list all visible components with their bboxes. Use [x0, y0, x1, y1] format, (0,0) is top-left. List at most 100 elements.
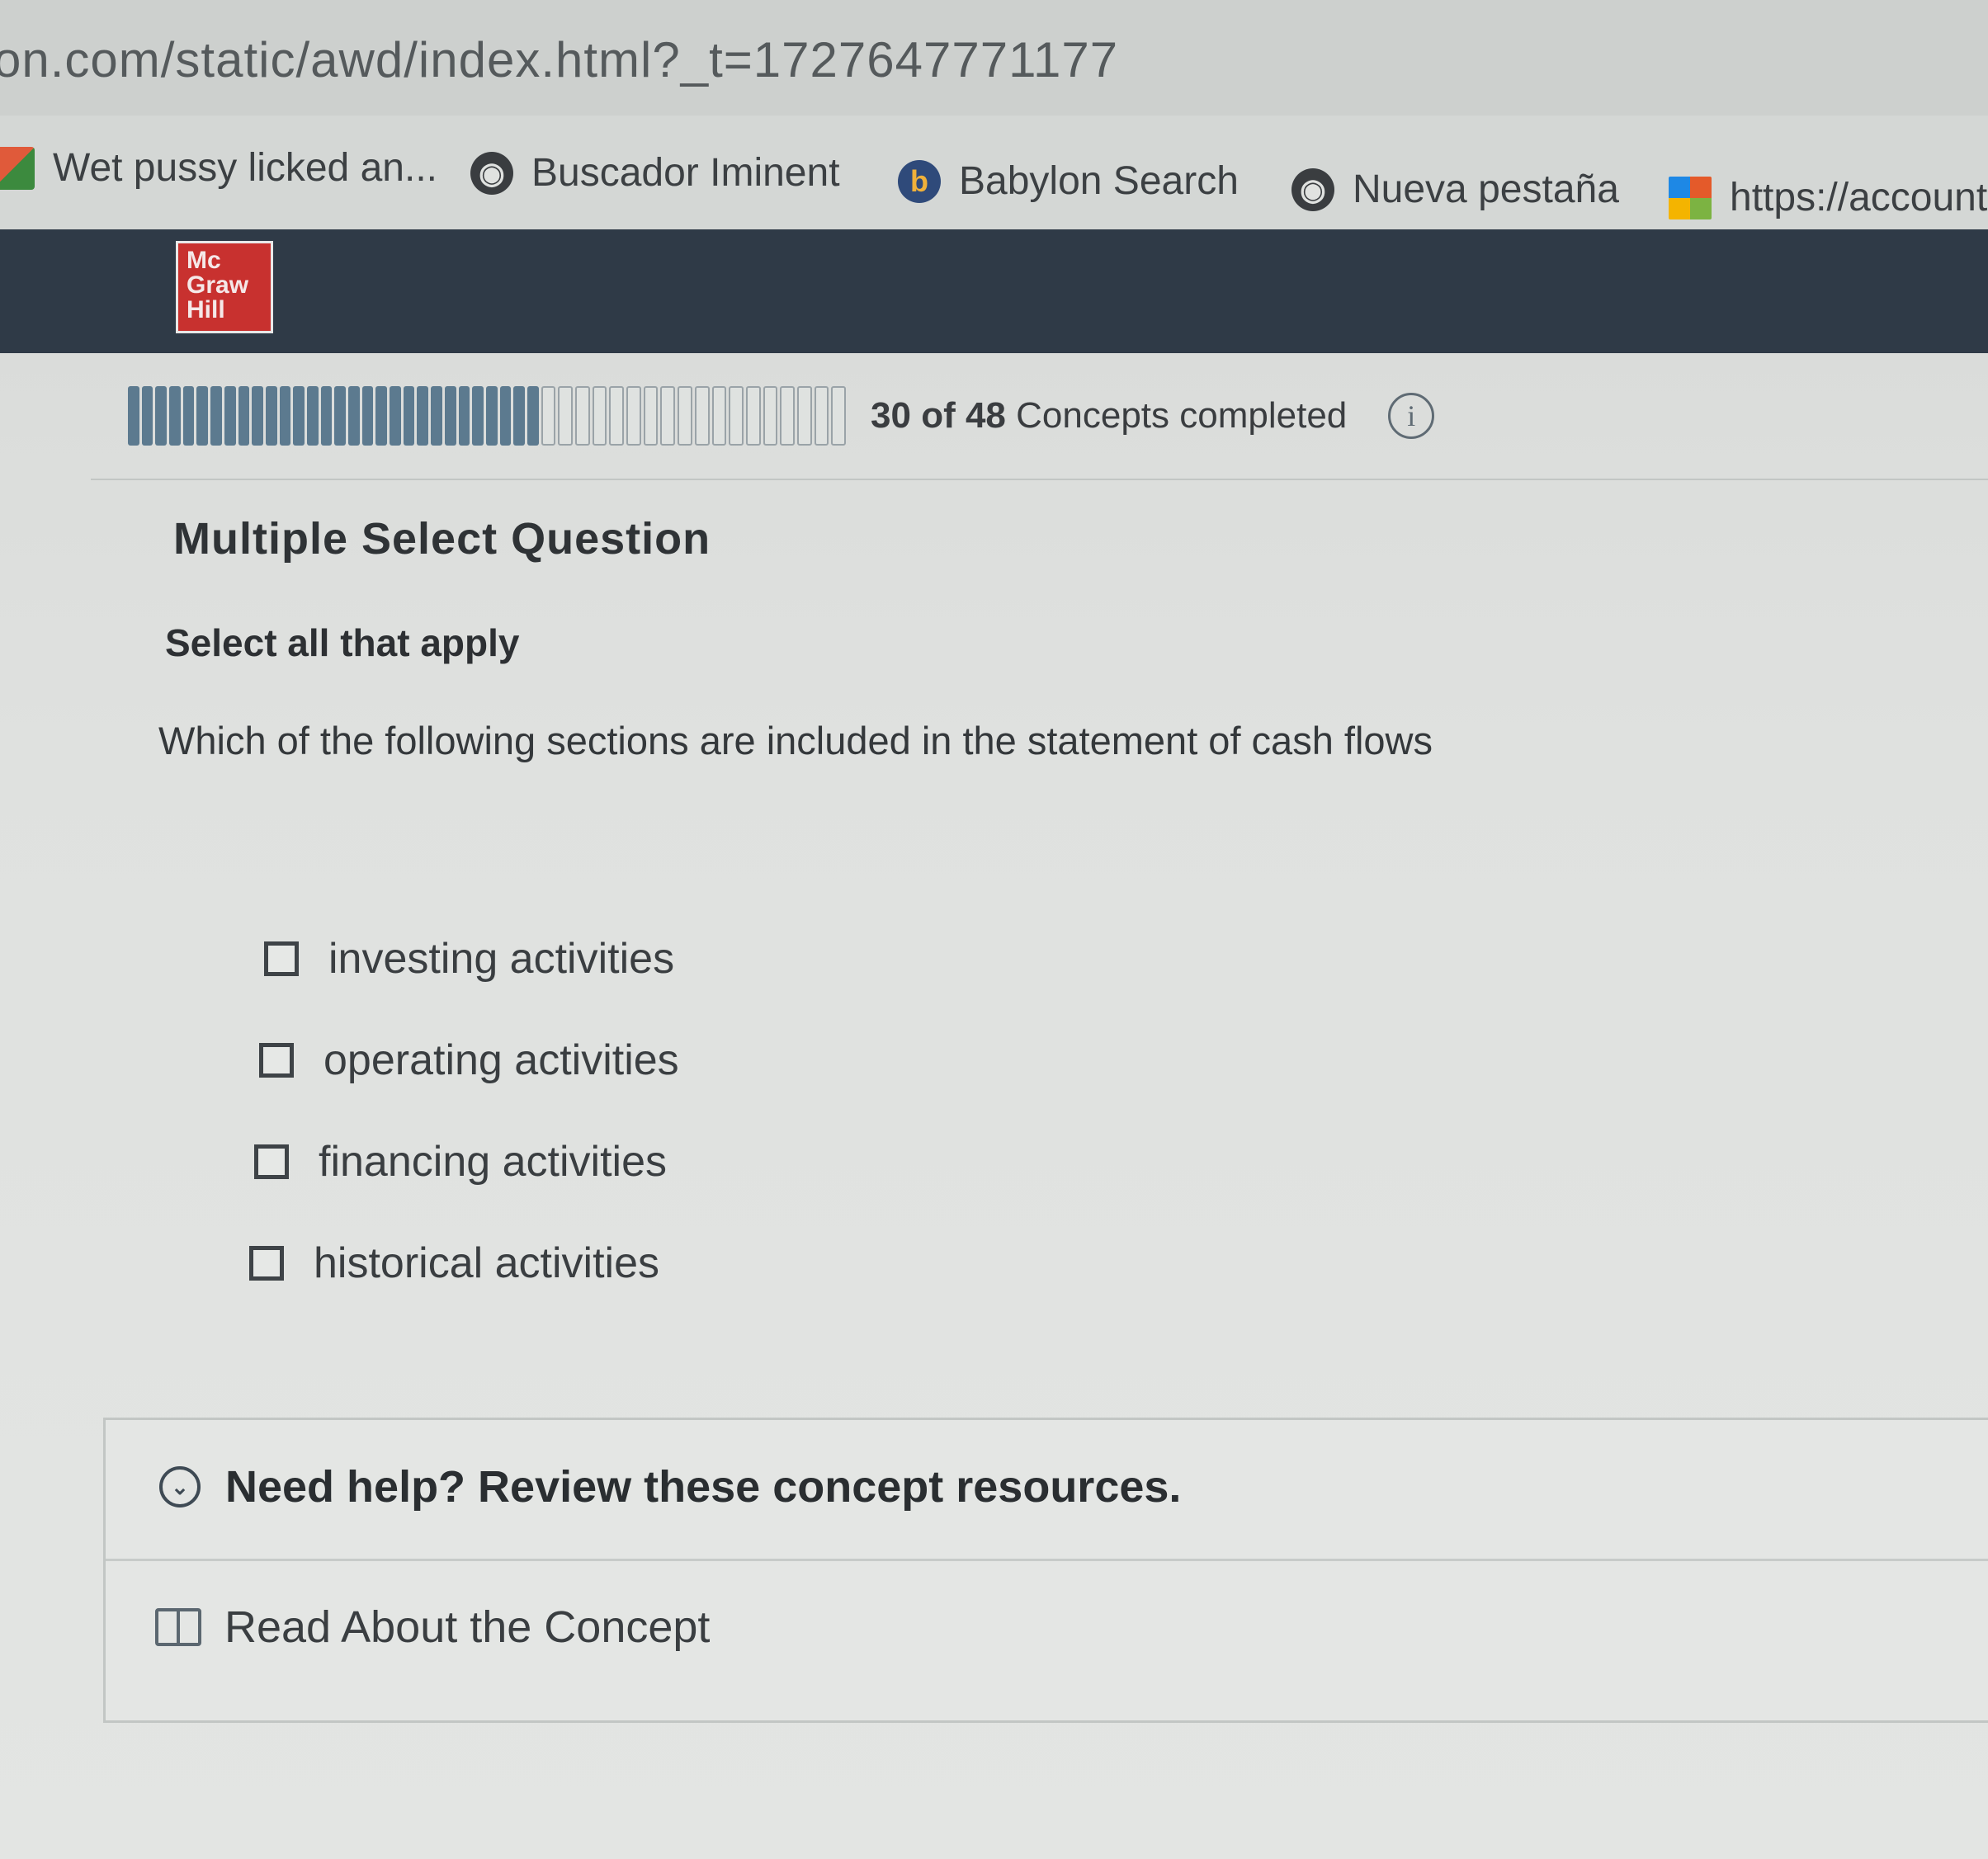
progress-segment-complete [375, 386, 388, 446]
answer-option[interactable]: operating activities [259, 1009, 679, 1111]
page: on.com/static/awd/index.html?_t=17276477… [0, 0, 1988, 1859]
divider [91, 479, 1988, 480]
progress-segment-complete [390, 386, 401, 446]
question-type-heading: Multiple Select Question [173, 514, 711, 564]
globe-icon: ◉ [1291, 167, 1334, 211]
resource-label[interactable]: Read About the Concept [224, 1602, 710, 1653]
option-label[interactable]: historical activities [314, 1239, 659, 1288]
progress-completed: 30 [871, 395, 911, 436]
progress-segment-complete [472, 386, 484, 446]
bookmark-label: Babylon Search [959, 159, 1239, 203]
progress-segment-complete [141, 386, 153, 446]
bookmark-5[interactable]: https://account [1669, 175, 1987, 220]
progress-segment-incomplete [694, 386, 710, 446]
progress-segment-complete [417, 386, 429, 446]
progress-segment-complete [196, 386, 209, 446]
progress-segment-complete [444, 386, 456, 446]
progress-segment-incomplete [678, 386, 692, 446]
bookmarks-bar: Wet pussy licked an... ◉ Buscador Iminen… [0, 116, 1988, 229]
divider [106, 1559, 1988, 1561]
bookmark-2[interactable]: ◉ Buscador Iminent [470, 150, 840, 196]
answer-option[interactable]: historical activities [249, 1212, 679, 1314]
progress-segment-complete [279, 386, 291, 446]
logo-line: Mc [187, 247, 221, 274]
option-label[interactable]: operating activities [323, 1036, 679, 1085]
progress-segment-incomplete [626, 386, 641, 446]
option-label[interactable]: financing activities [319, 1137, 667, 1187]
globe-icon: ◉ [470, 151, 513, 195]
checkbox[interactable] [259, 1042, 294, 1078]
bookmark-label: Nueva pestaña [1353, 167, 1619, 211]
progress-segment-complete [252, 386, 263, 446]
babylon-icon: b [898, 159, 941, 203]
progress-segment-complete [431, 386, 442, 446]
progress-segment-complete [169, 386, 181, 446]
progress-segment-complete [361, 386, 374, 446]
progress-segment-incomplete [541, 386, 556, 446]
checkbox[interactable] [264, 941, 299, 976]
resource-link[interactable]: Read About the Concept [155, 1602, 710, 1653]
progress-segment-complete [224, 386, 236, 446]
question-prompt: Which of the following sections are incl… [158, 719, 1433, 762]
progress-segment-complete [499, 386, 512, 446]
ms-icon [1669, 176, 1712, 219]
answer-option[interactable]: investing activities [264, 908, 679, 1009]
progress-segment-complete [265, 386, 277, 446]
answer-option[interactable]: financing activities [254, 1111, 679, 1212]
progress-segment-incomplete [796, 386, 812, 446]
app-header: Mc Graw Hill [0, 229, 1988, 353]
progress-segment-incomplete [592, 386, 607, 446]
option-label[interactable]: investing activities [328, 934, 674, 984]
help-toggle[interactable]: ⌄ Need help? Review these concept resour… [159, 1461, 1181, 1512]
progress-segment-incomplete [643, 386, 659, 446]
help-title[interactable]: Need help? Review these concept resource… [225, 1461, 1181, 1512]
question-instruction: Select all that apply [165, 621, 520, 664]
logo-line: Hill [187, 296, 225, 323]
chevron-down-icon[interactable]: ⌄ [159, 1466, 201, 1507]
checkbox[interactable] [254, 1144, 289, 1179]
progress-segment-incomplete [763, 386, 778, 446]
bookmark-label: Wet pussy licked an... [53, 146, 437, 190]
progress-segment-complete [403, 386, 415, 446]
progress-segment-incomplete [575, 386, 590, 446]
info-icon[interactable]: i [1388, 393, 1435, 439]
bookmark-icon [0, 146, 35, 190]
address-url[interactable]: on.com/static/awd/index.html?_t=17276477… [0, 31, 1118, 88]
bookmark-1[interactable]: Wet pussy licked an... [0, 145, 437, 191]
progress-segment-incomplete [660, 386, 676, 446]
progress-segment-incomplete [780, 386, 795, 446]
bookmark-label: Buscador Iminent [531, 151, 840, 195]
bookmark-3[interactable]: b Babylon Search [898, 158, 1239, 204]
answer-options: investing activities operating activitie… [249, 908, 679, 1314]
progress-segment-complete [128, 386, 139, 446]
progress-total: 48 [965, 395, 1006, 436]
progress-suffix: Concepts completed [1016, 395, 1348, 436]
progress-segment-complete [293, 386, 305, 446]
address-bar[interactable]: on.com/static/awd/index.html?_t=17276477… [0, 0, 1988, 116]
progress-segment-complete [527, 386, 539, 446]
mcgraw-hill-logo: Mc Graw Hill [176, 241, 273, 333]
progress-segment-complete [485, 386, 498, 446]
progress-segment-complete [238, 386, 250, 446]
progress-segment-complete [182, 386, 195, 446]
progress-segment-complete [458, 386, 470, 446]
checkbox[interactable] [249, 1245, 284, 1281]
progress-segment-complete [210, 386, 222, 446]
book-icon [155, 1608, 201, 1646]
progress-segment-complete [320, 386, 333, 446]
progress-text: 30 of 48 Concepts completed [871, 395, 1347, 436]
bookmark-4[interactable]: ◉ Nueva pestaña [1291, 167, 1619, 212]
progress-segment-incomplete [745, 386, 761, 446]
logo-line: Graw [187, 271, 249, 299]
progress-segment-incomplete [814, 386, 829, 446]
progress-segment-complete [155, 386, 168, 446]
progress-segment-incomplete [609, 386, 625, 446]
progress-segment-incomplete [558, 386, 573, 446]
help-panel: ⌄ Need help? Review these concept resour… [103, 1418, 1988, 1723]
progress-segment-complete [513, 386, 525, 446]
progress-segment-incomplete [711, 386, 727, 446]
bookmark-label: https://account [1730, 176, 1988, 219]
progress-bar [128, 386, 846, 446]
progress-segment-incomplete [831, 386, 846, 446]
progress-segment-complete [306, 386, 319, 446]
